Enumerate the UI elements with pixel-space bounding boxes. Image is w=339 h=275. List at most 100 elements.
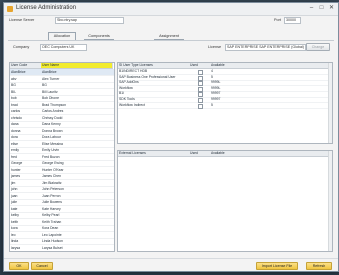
user-name-cell: Brad Thompson [42,102,67,107]
user-name-cell: Elise Messina [42,141,63,146]
available-cell: 9999L [211,85,221,90]
user-code-cell: George [11,161,23,165]
app-icon [7,6,13,12]
user-code-cell: BG [11,83,16,87]
license-label: License [208,45,222,49]
user-name-cell: Bill Lauritz [42,89,58,94]
license-type-cell: SDK Tools [119,97,135,101]
user-code-cell: AlanBrice [11,70,26,74]
user-code-cell: linda [11,239,19,243]
ok-button[interactable]: OK [9,262,29,270]
user-code-cell: fred [11,154,17,159]
license-type-cell: SAP Business One Professional User [119,74,176,79]
tab-components[interactable]: Components [84,33,114,40]
user-code-cell: abv [11,76,17,81]
tab-allocation[interactable]: Allocation [48,32,76,40]
user-name-cell: Leo Lapointe [42,232,62,237]
window-title: License Administration [16,5,77,11]
license-administration-window: License Administration – □ ✕ License Ser… [3,2,339,272]
cancel-button[interactable]: Cancel [31,262,53,270]
user-name-cell: Keith Trahan [42,219,62,224]
user-code-cell: kate [11,206,18,211]
user-code-cell: dana [11,122,19,126]
available-cell: 99997 [211,97,221,101]
user-name-cell: James Chen [42,174,62,178]
table-row[interactable]: larysa Larysa Bulset [10,245,114,251]
user-name-cell: Dana Kenny [42,122,61,126]
user-code-cell: BIL [11,89,17,94]
user-name-cell: Kora Dean [42,226,59,230]
user-name-cell: Linda Hudson [42,239,63,243]
change-button[interactable]: Change [306,43,330,51]
user-name-cell: Bob Dhone [42,96,59,100]
user-code-cell: kelby [11,213,19,217]
license-type-cell: Workflow Indirect [119,102,145,107]
user-name-cell: Carlos Andres [42,109,64,113]
user-name-cell: AlanBrice [42,70,57,74]
external-available-header: Available [210,151,331,157]
license-type-cell: B1i [119,91,124,96]
user-code-cell: juan [11,193,18,198]
available-cell: 5 [211,102,213,107]
available-cell: 4 [211,69,213,73]
user-name-cell: Jim Bialowitz [42,180,62,185]
used-checkbox[interactable] [198,103,203,109]
user-name-cell: John Peterson [42,187,64,191]
user-code-cell: elise [11,141,18,146]
port-label: Port [274,18,281,22]
user-code-cell: keith [11,219,19,224]
maximize-icon[interactable]: □ [317,4,326,13]
import-license-file-button[interactable]: Import License File [256,262,298,270]
user-name-cell: George Ewing [42,161,64,165]
user-name-cell: Kate Harvey [42,206,61,211]
available-cell: 99997 [211,91,221,96]
license-type-cell: B1INDIRECT HDB [119,69,148,73]
user-code-cell: jim [11,180,16,185]
user-code-cell: emily [11,148,19,152]
user-code-cell: brad [11,102,18,107]
refresh-button[interactable]: Refresh [306,262,332,270]
user-name-cell: Hunter O'Kear [42,167,64,172]
external-licenses-table: External Licenses Used Available [117,150,333,252]
server-label: License Server [9,18,35,22]
company-field[interactable]: OEC Computers UK [40,44,87,51]
external-used-header: Used [189,151,211,157]
close-icon[interactable]: ✕ [327,4,336,13]
port-field[interactable]: 30000 [284,17,301,24]
user-name-cell: Julie Bowens [42,200,62,204]
company-label: Company [13,45,30,49]
license-scrollbar[interactable] [328,63,332,143]
user-name-cell: Fred Buzon [42,154,60,159]
user-name-cell: Kelby Pearl [42,213,60,217]
user-code-cell: kora [11,226,18,230]
available-cell: 5 [211,74,213,79]
tab-assignment[interactable]: Assignment [154,33,184,40]
minimize-icon[interactable]: – [307,4,316,13]
users-table: User Code User Name AlanBrice AlanBrice ab… [9,62,115,252]
user-name-cell: Chrissy Dodd [42,115,63,120]
license-type-cell: Workflow [119,85,133,90]
license-type-cell: SAP AddOns [119,80,139,85]
user-code-cell: julie [11,200,18,204]
external-scrollbar[interactable] [328,151,332,251]
user-name-cell: Alex Turner [42,76,60,81]
user-name-cell: Larysa Bulset [42,245,63,250]
table-row: Workflow Indirect 5 [118,103,332,109]
footer-bar: OK Cancel Import License File Refresh [4,258,338,271]
server-field[interactable]: Sbo.ntry.sap [55,17,124,24]
user-code-cell: carlos [11,109,21,113]
user-code-cell: donna [11,128,21,133]
user-name-cell: Donna Brown [42,128,63,133]
title-bar: License Administration – □ ✕ [4,3,338,16]
user-code-cell: john [11,187,18,191]
user-code-cell: chrisdo [11,115,22,120]
available-cell: 9999L [211,80,221,85]
user-name-cell: Emily Urvin [42,148,60,152]
license-types-table: SI User Type Licenses Used Available B1I… [117,62,333,144]
user-name-cell: Dora Labour [42,135,61,139]
user-code-cell: dora [11,135,18,139]
user-code-cell: bob [11,96,17,100]
user-name-cell: Juan Perron [42,193,61,198]
license-select[interactable]: SAP ENTERPRISE SAP ENTERPRISE (Global) [225,44,306,51]
tab-divider [8,40,334,41]
